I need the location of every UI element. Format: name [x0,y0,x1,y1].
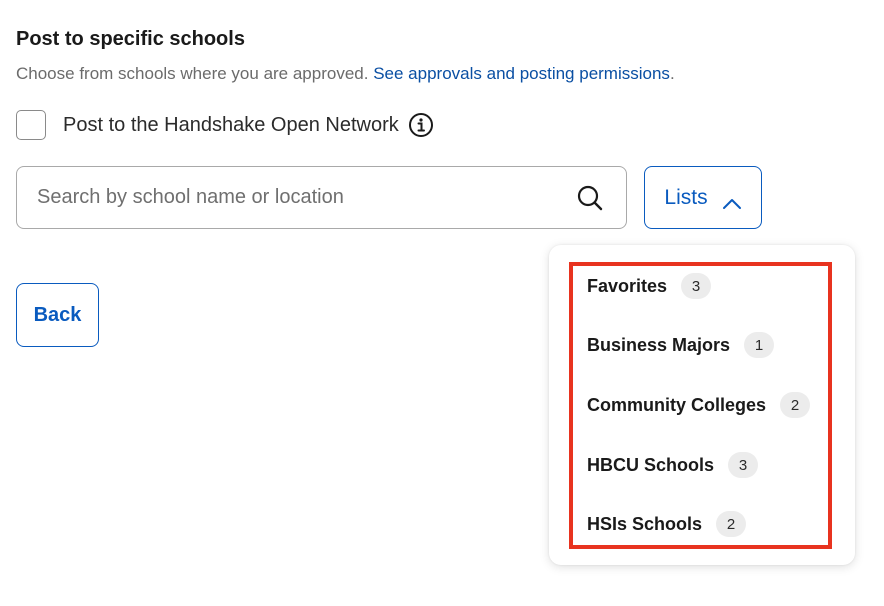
lists-button-label: Lists [664,185,708,209]
section-title: Post to specific schools [16,28,245,50]
section-description: Choose from schools where you are approv… [16,64,675,84]
open-network-label[interactable]: Post to the Handshake Open Network [63,114,399,137]
count-badge: 2 [780,392,811,418]
lists-button[interactable]: Lists [644,166,762,229]
list-item-label: Community Colleges [587,394,767,415]
count-badge: 3 [681,273,712,299]
count-badge: 1 [744,332,775,358]
approvals-link[interactable]: See approvals and posting permissions [373,64,670,83]
section-description-text: Choose from schools where you are approv… [16,64,369,83]
open-network-row: Post to the Handshake Open Network [16,110,434,140]
list-item-label: Business Majors [587,334,731,355]
search-input[interactable] [37,167,557,228]
section-description-end: . [669,64,675,83]
count-badge: 3 [728,452,759,478]
list-item-hsis-schools[interactable]: HSIs Schools 2 [587,509,747,539]
list-item-label: HSIs Schools [587,513,703,534]
list-item-community-colleges[interactable]: Community Colleges 2 [587,390,811,420]
info-icon[interactable] [408,112,434,138]
chevron-up-icon [722,192,742,209]
count-badge: 2 [716,511,747,537]
post-to-schools-page: Post to specific schools Choose from sch… [0,0,884,606]
list-item-hbcu-schools[interactable]: HBCU Schools 3 [587,450,759,480]
list-item-business-majors[interactable]: Business Majors 1 [587,330,775,360]
list-item-label: Favorites [587,275,668,296]
list-item-favorites[interactable]: Favorites 3 [587,271,712,301]
back-button-label: Back [33,303,82,326]
search-icon[interactable] [576,184,604,212]
open-network-checkbox[interactable] [16,110,46,140]
list-item-label: HBCU Schools [587,454,715,475]
search-box [16,166,627,229]
back-button[interactable]: Back [16,283,99,347]
